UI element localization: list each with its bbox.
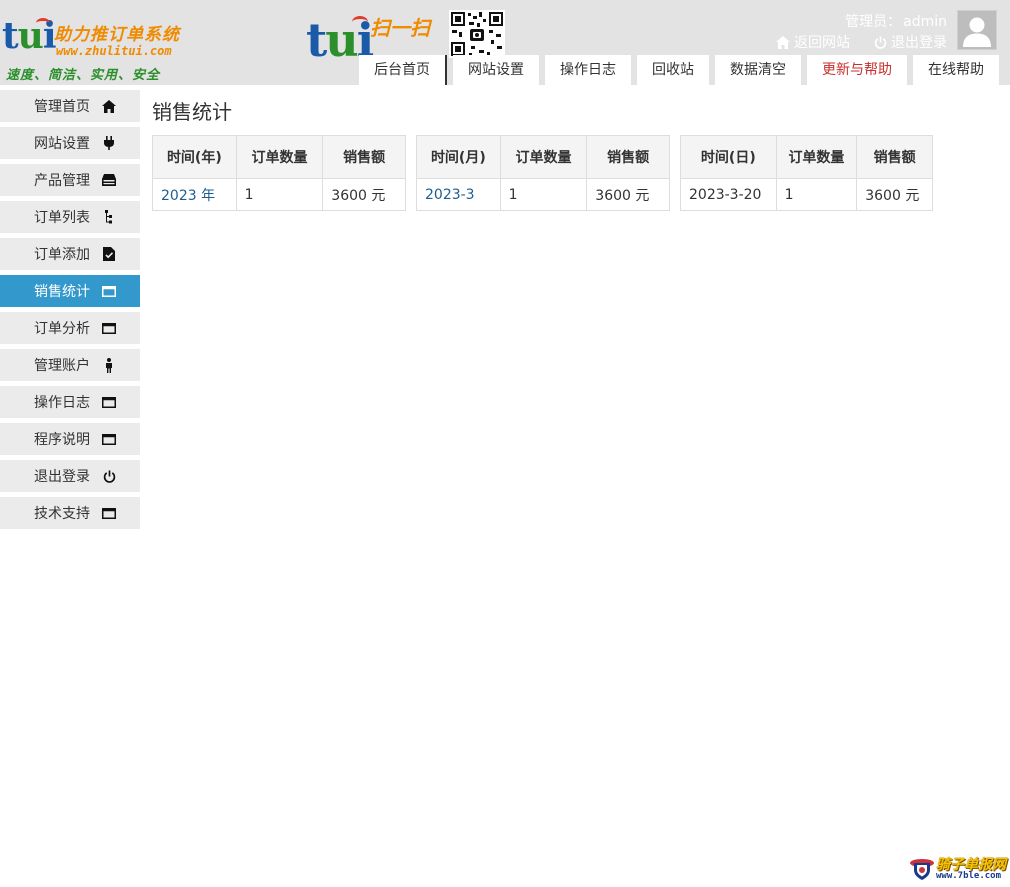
table-row: 2023 年 1 3600 元: [152, 178, 406, 211]
order-count: 1: [499, 178, 588, 211]
day-value: 2023-3-20: [680, 178, 777, 211]
table-header-row: 时间(月) 订单数量 销售额: [416, 135, 670, 179]
user-avatar-icon: [963, 17, 991, 47]
column-header: 时间(年): [152, 135, 237, 179]
user-icon: [101, 357, 117, 373]
year-link[interactable]: 2023 年: [152, 178, 237, 211]
logo-arc-icon: [36, 18, 50, 28]
qr-code-icon: [449, 10, 505, 58]
tab-site-settings[interactable]: 网站设置: [453, 55, 539, 85]
order-count: 1: [235, 178, 324, 211]
admin-label: 管理员：: [845, 14, 902, 30]
home-icon: [776, 35, 790, 49]
window-icon: [101, 505, 117, 521]
sidebar-item-order-list[interactable]: 订单列表: [0, 201, 140, 233]
admin-info: 管理员： admin: [845, 11, 947, 31]
window-icon: [101, 283, 117, 299]
window-icon: [101, 394, 117, 410]
monthly-stats-table: 时间(月) 订单数量 销售额 2023-3 1 3600 元: [416, 135, 670, 211]
month-link[interactable]: 2023-3: [416, 178, 501, 211]
sidebar-item-admin-accounts[interactable]: 管理账户: [0, 349, 140, 381]
sidebar-item-order-analysis[interactable]: 订单分析: [0, 312, 140, 344]
sales-amount: 3600 元: [586, 178, 670, 211]
daily-stats-table: 时间(日) 订单数量 销售额 2023-3-20 1 3600 元: [680, 135, 933, 211]
system-name: 助力推订单系统: [54, 25, 180, 45]
table-header-row: 时间(年) 订单数量 销售额: [152, 135, 406, 179]
tab-operation-log[interactable]: 操作日志: [545, 55, 631, 85]
top-links: 返回网站 退出登录: [776, 32, 947, 52]
sidebar-item-site-settings[interactable]: 网站设置: [0, 127, 140, 159]
column-header: 销售额: [856, 135, 933, 179]
sidebar-item-program-info[interactable]: 程序说明: [0, 423, 140, 455]
column-header: 销售额: [586, 135, 670, 179]
power-icon: [101, 468, 117, 484]
column-header: 订单数量: [499, 135, 588, 179]
logo-arc-icon: [352, 16, 368, 28]
hdd-icon: [101, 172, 117, 188]
column-header: 时间(日): [680, 135, 777, 179]
column-header: 销售额: [322, 135, 406, 179]
top-tabs: 后台首页 网站设置 操作日志 回收站 数据清空 更新与帮助 在线帮助: [359, 55, 1005, 85]
admin-name: admin: [903, 14, 947, 30]
sales-amount: 3600 元: [856, 178, 933, 211]
watermark-url: www.7ble.com: [936, 871, 1002, 881]
site-url: www.zhulitui.com: [56, 44, 172, 58]
tab-recycle-bin[interactable]: 回收站: [637, 55, 709, 85]
tab-dashboard[interactable]: 后台首页: [359, 55, 447, 85]
brand-logo[interactable]: tui 助力推订单系统 www.zhulitui.com 速度、简洁、实用、安全: [2, 14, 212, 83]
sidebar-item-logout[interactable]: 退出登录: [0, 460, 140, 492]
list-icon: [101, 209, 117, 225]
sidebar-item-sales-stats[interactable]: 销售统计: [0, 275, 140, 307]
page-title: 销售统计: [152, 100, 232, 124]
avatar[interactable]: [957, 10, 997, 50]
plug-icon: [101, 135, 117, 151]
tab-updates-help[interactable]: 更新与帮助: [807, 55, 907, 85]
home-icon: [101, 98, 117, 114]
sidebar-item-dashboard[interactable]: 管理首页: [0, 90, 140, 122]
column-header: 订单数量: [775, 135, 858, 179]
sidebar-item-tech-support[interactable]: 技术支持: [0, 497, 140, 529]
power-icon: [874, 35, 887, 49]
order-count: 1: [775, 178, 858, 211]
column-header: 时间(月): [416, 135, 501, 179]
scan-label: 扫一扫: [370, 16, 430, 40]
sidebar-item-products[interactable]: 产品管理: [0, 164, 140, 196]
table-row: 2023-3 1 3600 元: [416, 178, 670, 211]
sales-amount: 3600 元: [322, 178, 406, 211]
site-watermark: 骑子单报网 www.7ble.com: [906, 853, 1010, 883]
yearly-stats-table: 时间(年) 订单数量 销售额 2023 年 1 3600 元: [152, 135, 406, 211]
sidebar-item-operation-log[interactable]: 操作日志: [0, 386, 140, 418]
column-header: 订单数量: [235, 135, 324, 179]
file-check-icon: [101, 246, 117, 262]
table-row: 2023-3-20 1 3600 元: [680, 178, 933, 211]
sidebar-item-order-add[interactable]: 订单添加: [0, 238, 140, 270]
tab-online-help[interactable]: 在线帮助: [913, 55, 999, 85]
window-icon: [101, 320, 117, 336]
table-header-row: 时间(日) 订单数量 销售额: [680, 135, 933, 179]
logout-link[interactable]: 退出登录: [874, 32, 947, 52]
slogan: 速度、简洁、实用、安全: [6, 68, 161, 83]
sidebar-nav: 管理首页 网站设置 产品管理 订单列表 订单添加 销售统计 订单分析 管理账户 …: [0, 90, 140, 534]
shield-badge-icon: [910, 859, 934, 880]
back-to-site-link[interactable]: 返回网站: [776, 32, 850, 52]
tab-clear-data[interactable]: 数据清空: [715, 55, 801, 85]
window-icon: [101, 431, 117, 447]
top-header: tui 助力推订单系统 www.zhulitui.com 速度、简洁、实用、安全…: [0, 0, 1010, 85]
